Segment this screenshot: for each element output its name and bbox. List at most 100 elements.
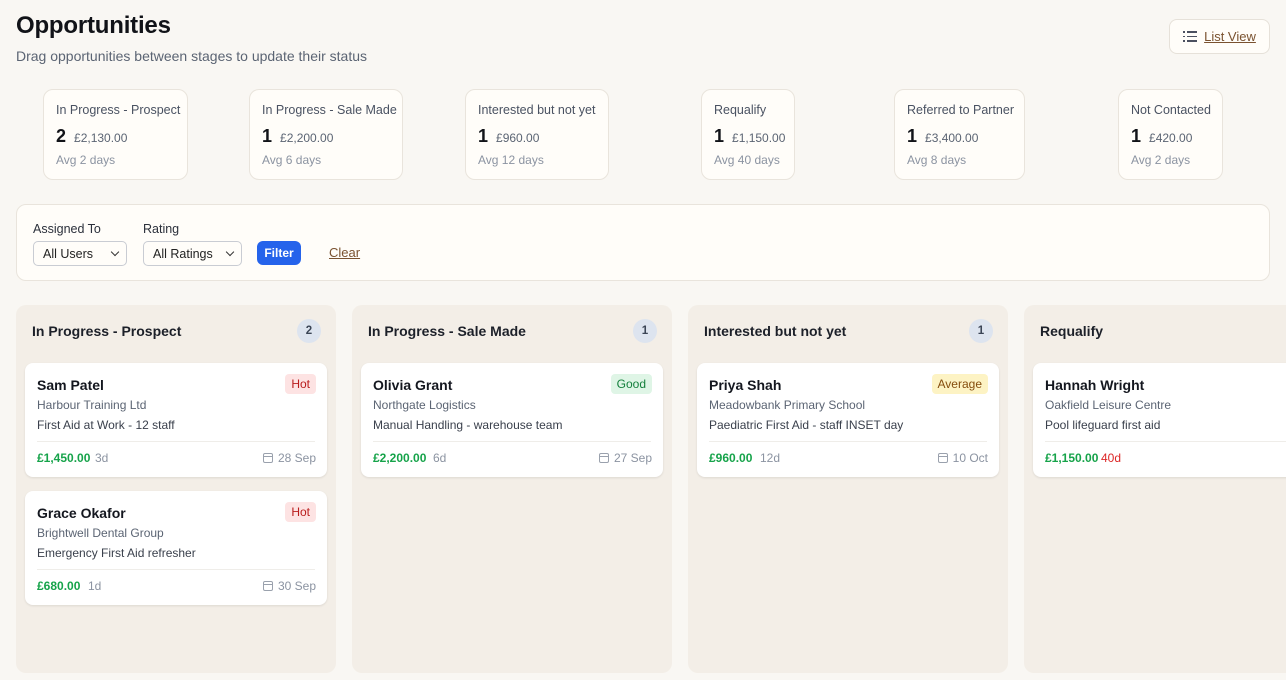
contact-name: Sam Patel [37,377,104,393]
stat-card-requalify: Requalify 1 £1,150.00 Avg 40 days [701,89,795,180]
column-title: Interested but not yet [704,323,847,339]
list-view-button[interactable]: List View [1169,19,1270,54]
column-interested-but-not-yet: Interested but not yet 1 Priya Shah Aver… [688,305,1008,673]
list-view-label: List View [1204,29,1256,44]
stat-label: Not Contacted [1131,103,1211,117]
stat-avg: Avg 2 days [56,153,116,167]
divider [373,441,651,442]
value: £1,450.00 [37,451,91,465]
stat-card-in-progress-sale-made: In Progress - Sale Made 1 £2,200.00 Avg 6… [249,89,403,180]
organisation: Northgate Logistics [373,398,476,412]
filter-panel: Assigned To All Users Rating All Ratings… [16,204,1270,281]
age: 40d [1101,451,1122,465]
description: Pool lifeguard first aid [1045,418,1161,432]
value: £960.00 [709,451,753,465]
divider [37,569,315,570]
page-header: Opportunities Drag opportunities between… [16,12,367,64]
divider [709,441,987,442]
opportunity-card[interactable]: Priya Shah Average Meadowbank Primary Sc… [697,363,999,477]
filter-button[interactable]: Filter [257,241,301,265]
stat-count: 2 [56,126,67,146]
due-date: 28 Sep [262,451,316,465]
stat-card-interested-but-not-yet: Interested but not yet 1 £960.00 Avg 12 d… [465,89,609,180]
assigned-to-label: Assigned To [33,222,101,236]
page-subtitle: Drag opportunities between stages to upd… [16,48,367,64]
organisation: Oakfield Leisure Centre [1045,398,1172,412]
rating-label: Rating [143,222,180,236]
rating-badge: Good [610,374,652,394]
assigned-to-value: All Users [43,246,94,261]
rating-badge: Average [931,374,988,394]
stat-value: £2,200.00 [280,131,334,145]
stat-value: £2,130.00 [74,131,128,145]
opportunity-card[interactable]: Sam Patel Hot Harbour Training Ltd First… [25,363,327,477]
opportunity-card[interactable]: Hannah Wright Oakfield Leisure Centre Po… [1033,363,1286,477]
value: £2,200.00 [373,451,427,465]
contact-name: Olivia Grant [373,377,453,393]
age: 12d [760,451,781,465]
opportunity-card[interactable]: Grace Okafor Hot Brightwell Dental Group… [25,491,327,605]
column-title: Requalify [1040,323,1104,339]
stat-card-not-contacted: Not Contacted 1 £420.00 Avg 2 days [1118,89,1223,180]
stat-avg: Avg 2 days [1131,153,1191,167]
description: Manual Handling - warehouse team [373,418,563,432]
column-title: In Progress - Sale Made [368,323,526,339]
rating-badge: Hot [285,374,316,394]
due-date: 27 Sep [598,451,652,465]
age: 3d [95,451,109,465]
age: 6d [433,451,447,465]
due-date-text: 30 Sep [277,579,316,593]
stat-value: £3,400.00 [925,131,979,145]
page-title: Opportunities [16,12,171,39]
age: 1d [88,579,102,593]
due-date-text: 28 Sep [277,451,316,465]
value: £680.00 [37,579,81,593]
calendar-icon [598,453,609,463]
rating-select[interactable]: All Ratings [143,241,242,266]
stat-avg: Avg 40 days [714,153,780,167]
stat-label: In Progress - Sale Made [262,103,397,117]
divider [37,441,315,442]
calendar-icon [262,581,273,591]
due-date: 10 Oct [937,451,988,465]
description: Paediatric First Aid - staff INSET day [709,418,904,432]
stat-avg: Avg 8 days [907,153,967,167]
column-in-progress-prospect: In Progress - Prospect 2 Sam Patel Hot H… [16,305,336,673]
chevron-down-icon [110,247,120,257]
due-date-text: 10 Oct [952,451,988,465]
column-title: In Progress - Prospect [32,323,182,339]
organisation: Brightwell Dental Group [37,526,164,540]
divider [1045,441,1286,442]
chevron-down-icon [225,247,235,257]
stat-avg: Avg 12 days [478,153,544,167]
stat-count: 1 [478,126,489,146]
stat-label: Referred to Partner [907,103,1014,117]
value: £1,150.00 [1045,451,1099,465]
assigned-to-select[interactable]: All Users [33,241,127,266]
stat-value: £420.00 [1149,131,1193,145]
stat-count: 1 [907,126,918,146]
stat-label: In Progress - Prospect [56,103,181,117]
due-date-text: 27 Sep [613,451,652,465]
stat-count: 1 [262,126,273,146]
opportunity-card[interactable]: Olivia Grant Good Northgate Logistics Ma… [361,363,663,477]
column-count-badge: 1 [969,319,993,343]
column-count-badge: 1 [633,319,657,343]
contact-name: Priya Shah [709,377,782,393]
stat-label: Requalify [714,103,767,117]
stat-count: 1 [1131,126,1142,146]
stat-value: £1,150.00 [732,131,786,145]
column-in-progress-sale-made: In Progress - Sale Made 1 Olivia Grant G… [352,305,672,673]
rating-value: All Ratings [153,246,213,261]
rating-badge: Hot [285,502,316,522]
calendar-icon [262,453,273,463]
stat-label: Interested but not yet [478,103,596,117]
contact-name: Hannah Wright [1045,377,1145,393]
column-requalify: Requalify Hannah Wright Oakfield Leisure… [1024,305,1286,673]
organisation: Harbour Training Ltd [37,398,147,412]
clear-link[interactable]: Clear [329,245,360,260]
stat-avg: Avg 6 days [262,153,322,167]
stat-value: £960.00 [496,131,540,145]
description: Emergency First Aid refresher [37,546,196,560]
stat-card-in-progress-prospect: In Progress - Prospect 2 £2,130.00 Avg 2 … [43,89,188,180]
